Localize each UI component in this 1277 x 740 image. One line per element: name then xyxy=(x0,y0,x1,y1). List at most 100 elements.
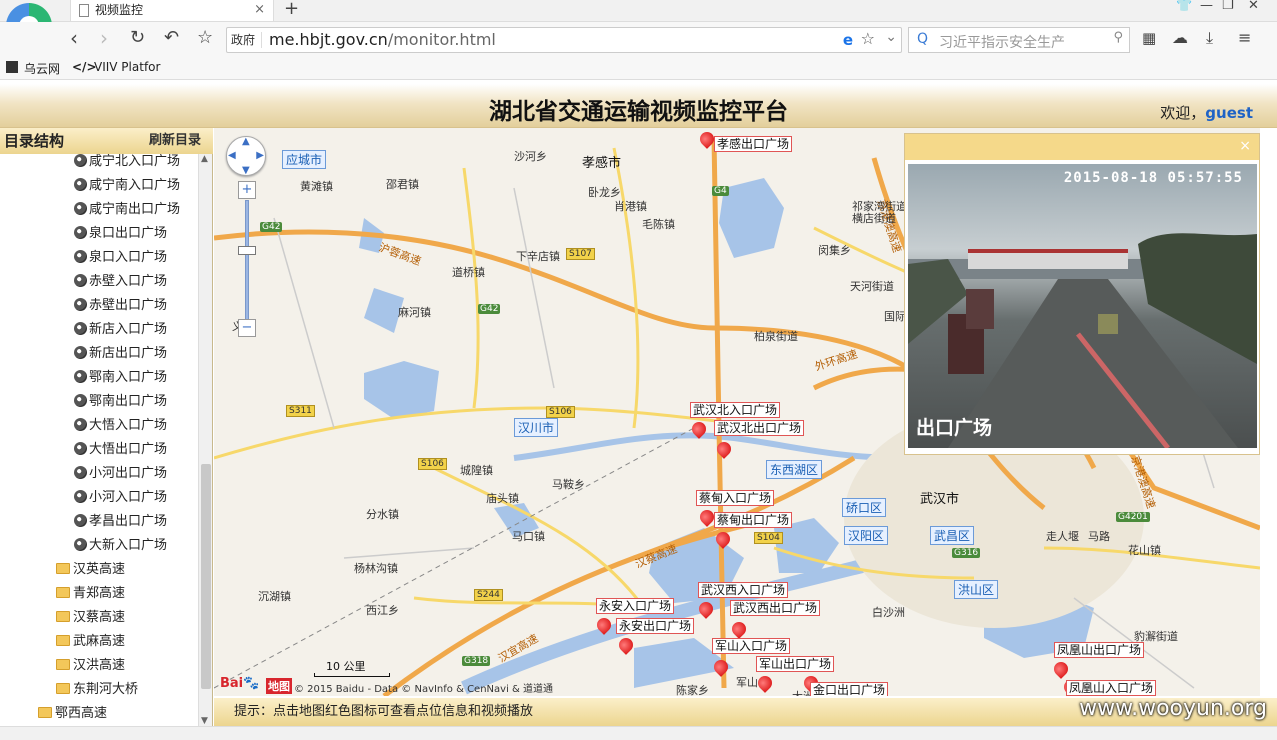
scroll-thumb[interactable] xyxy=(201,464,211,689)
camera-marker-icon[interactable] xyxy=(699,602,713,622)
camera-item[interactable]: 新店出口广场 xyxy=(74,342,167,366)
camera-item[interactable]: 鄂南入口广场 xyxy=(74,366,167,390)
camera-marker-icon[interactable] xyxy=(1054,662,1068,682)
zoom-out-button[interactable]: − xyxy=(238,319,256,337)
marker-label[interactable]: 武汉西出口广场 xyxy=(730,600,821,616)
maximize-icon[interactable]: ❐ xyxy=(1222,0,1234,13)
camera-marker-icon[interactable] xyxy=(619,638,633,658)
video-player[interactable]: 2015-08-18 05:57:55 出口广场 xyxy=(908,164,1257,448)
zoom-slider-track[interactable] xyxy=(245,200,249,330)
scroll-up-icon[interactable]: ▲ xyxy=(201,154,208,164)
bookmark-star-icon[interactable]: ☆ xyxy=(861,29,875,48)
camera-marker-icon[interactable] xyxy=(597,618,611,638)
marker-label[interactable]: 金口出口广场 xyxy=(810,682,889,696)
marker-label[interactable]: 永安出口广场 xyxy=(616,618,695,634)
camera-item[interactable]: 赤壁入口广场 xyxy=(74,270,167,294)
marker-label[interactable]: 孝感出口广场 xyxy=(714,136,793,152)
folder-label: 青郑高速 xyxy=(73,586,126,601)
bookmark-wooyun[interactable]: 乌云网 xyxy=(24,60,60,77)
camera-item[interactable]: 赤壁出口广场 xyxy=(74,294,167,318)
place-label: 道桥镇 xyxy=(452,266,485,279)
camera-marker-icon[interactable] xyxy=(714,660,728,680)
camera-icon xyxy=(74,226,87,239)
camera-marker-icon[interactable] xyxy=(700,132,714,152)
camera-item[interactable]: 泉口入口广场 xyxy=(74,246,167,270)
camera-marker-icon[interactable] xyxy=(758,676,772,696)
folder-item[interactable]: 鄂西高速 xyxy=(38,702,107,726)
pan-down-icon[interactable]: ▼ xyxy=(242,165,250,176)
download-icon[interactable]: ⤓ xyxy=(1206,26,1213,50)
camera-marker-icon[interactable] xyxy=(692,422,706,442)
folder-item[interactable]: 武麻高速 xyxy=(56,630,125,654)
place-label: 花山镇 xyxy=(1128,544,1161,557)
camera-item[interactable]: 咸宁南出口广场 xyxy=(74,198,180,222)
apps-grid-icon[interactable]: ▦ xyxy=(1142,26,1156,50)
marker-label[interactable]: 武汉北入口广场 xyxy=(690,402,781,418)
menu-icon[interactable]: ≡ xyxy=(1238,26,1251,50)
marker-label[interactable]: 永安入口广场 xyxy=(596,598,675,614)
bookmark-viiv[interactable]: VIIV Platfor xyxy=(94,60,160,74)
camera-marker-icon[interactable] xyxy=(717,442,731,462)
camera-item[interactable]: 咸宁北入口广场 xyxy=(74,154,180,174)
camera-item[interactable]: 大悟入口广场 xyxy=(74,414,167,438)
marker-label[interactable]: 武汉西入口广场 xyxy=(698,582,789,598)
search-icon[interactable]: ⚲ xyxy=(1113,30,1123,45)
folder-item[interactable]: 汉洪高速 xyxy=(56,654,125,678)
marker-label[interactable]: 凤凰山出口广场 xyxy=(1054,642,1145,658)
dropdown-chevron-icon[interactable]: ⌄ xyxy=(885,29,897,45)
scroll-down-icon[interactable]: ▼ xyxy=(201,716,208,726)
sidebar-scrollbar[interactable]: ▲ ▼ xyxy=(198,154,212,726)
camera-item[interactable]: 咸宁南入口广场 xyxy=(74,174,180,198)
camera-item[interactable]: 鄂南出口广场 xyxy=(74,390,167,414)
camera-marker-icon[interactable] xyxy=(700,510,714,530)
camera-item[interactable]: 新店入口广场 xyxy=(74,318,167,342)
undo-icon[interactable]: ↶ xyxy=(164,26,179,50)
pan-control[interactable]: ▲ ▼ ◀ ▶ xyxy=(226,136,266,176)
close-tab-icon[interactable]: × xyxy=(254,0,265,20)
folder-item[interactable]: 汉蔡高速 xyxy=(56,606,125,630)
shirt-icon[interactable]: 👕 xyxy=(1176,0,1192,13)
folder-item[interactable]: 青郑高速 xyxy=(56,582,125,606)
favorite-star-icon[interactable]: ☆ xyxy=(197,26,213,50)
camera-marker-icon[interactable] xyxy=(716,532,730,552)
place-label: 白沙洲 xyxy=(872,606,905,619)
pan-right-icon[interactable]: ▶ xyxy=(256,150,264,161)
cloud-icon[interactable]: ☁ xyxy=(1172,26,1188,50)
user-link[interactable]: guest xyxy=(1205,104,1253,122)
marker-label[interactable]: 军山出口广场 xyxy=(756,656,835,672)
forward-icon[interactable]: › xyxy=(100,26,108,50)
address-bar[interactable]: 政府 me.hbjt.gov.cn/monitor.html e ☆ ⌄ xyxy=(226,27,902,53)
camera-label: 泉口出口广场 xyxy=(89,226,168,241)
browser-tab[interactable]: 视频监控 × xyxy=(70,0,274,22)
new-tab-button[interactable]: + xyxy=(284,0,299,19)
marker-label[interactable]: 蔡甸入口广场 xyxy=(696,490,775,506)
camera-item[interactable]: 小河出口广场 xyxy=(74,462,167,486)
pan-up-icon[interactable]: ▲ xyxy=(242,136,250,147)
folder-item[interactable]: 东荆河大桥 xyxy=(56,678,138,702)
camera-item[interactable]: 孝昌出口广场 xyxy=(74,510,167,534)
search-box[interactable]: Q 习近平指示安全生产 ⚲ xyxy=(908,27,1130,53)
marker-label[interactable]: 军山入口广场 xyxy=(712,638,791,654)
zoom-slider-handle[interactable] xyxy=(238,246,256,255)
camera-icon xyxy=(74,370,87,383)
pan-left-icon[interactable]: ◀ xyxy=(228,150,236,161)
camera-item[interactable]: 小河入口广场 xyxy=(74,486,167,510)
marker-label[interactable]: 蔡甸出口广场 xyxy=(714,512,793,528)
directory-sidebar: 目录结构 刷新目录 咸宁北入口广场 咸宁南入口广场 咸宁南出口广场 泉口出口广场 泉口入… xyxy=(0,128,213,726)
camera-item[interactable]: 大悟出口广场 xyxy=(74,438,167,462)
minimize-icon[interactable]: — xyxy=(1200,0,1213,13)
marker-label[interactable]: 凤凰山入口广场 xyxy=(1066,680,1157,696)
close-popup-icon[interactable]: × xyxy=(1239,138,1251,154)
close-window-icon[interactable]: ✕ xyxy=(1248,0,1259,13)
zoom-in-button[interactable]: + xyxy=(238,181,256,199)
marker-label[interactable]: 武汉北出口广场 xyxy=(714,420,805,436)
refresh-directory-button[interactable]: 刷新目录 xyxy=(149,128,201,154)
camera-item[interactable]: 泉口出口广场 xyxy=(74,222,167,246)
ie-mode-icon[interactable]: e xyxy=(843,31,853,49)
camera-item[interactable]: 大新入口广场 xyxy=(74,534,167,558)
reload-icon[interactable]: ↻ xyxy=(130,26,145,50)
url-text[interactable]: me.hbjt.gov.cn/monitor.html xyxy=(269,30,496,50)
back-icon[interactable]: ‹ xyxy=(70,26,78,50)
place-label: 西江乡 xyxy=(366,604,399,617)
folder-item[interactable]: 汉英高速 xyxy=(56,558,125,582)
